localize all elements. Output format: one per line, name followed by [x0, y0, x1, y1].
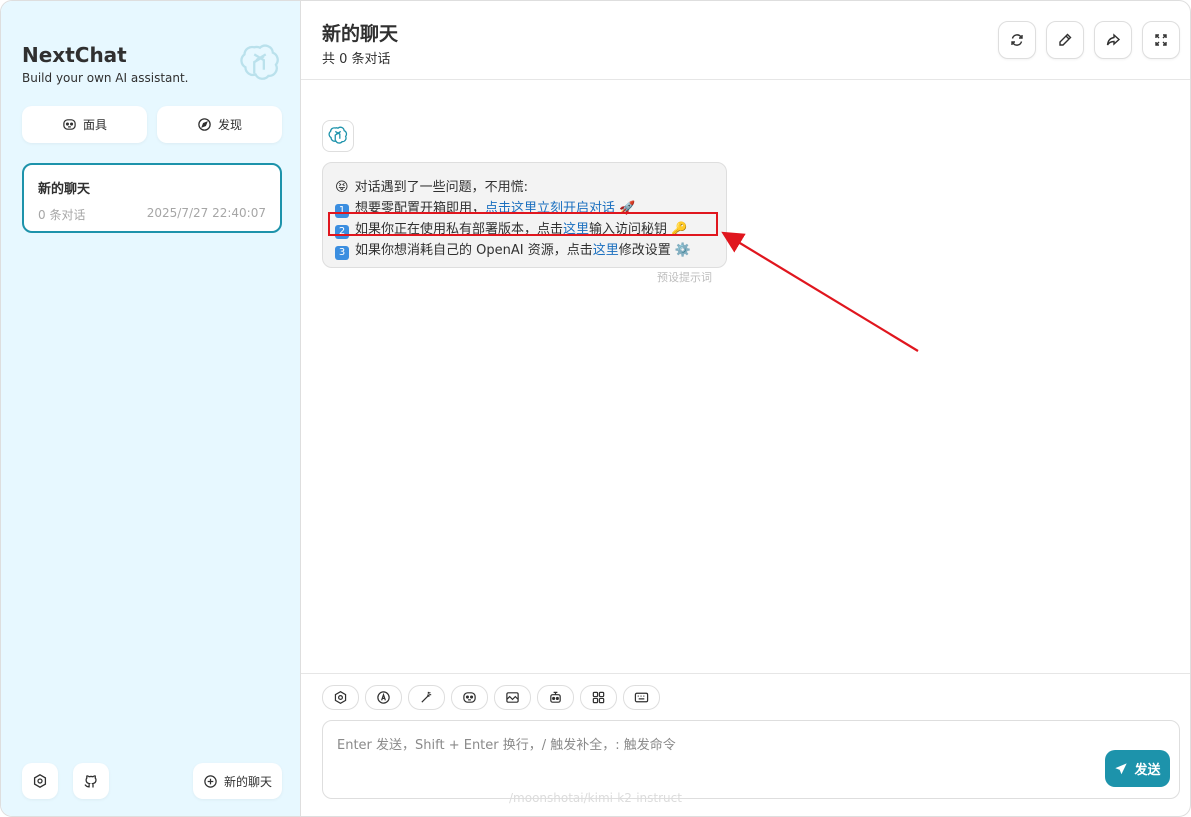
mask-icon [63, 119, 76, 130]
settings-icon [33, 774, 47, 788]
tool-mask-button[interactable] [451, 685, 488, 710]
mask-icon [463, 692, 476, 703]
new-chat-label: 新的聊天 [223, 774, 272, 789]
tool-model-button[interactable] [537, 685, 574, 710]
break-icon [506, 692, 519, 703]
tool-settings-button[interactable] [322, 685, 359, 710]
mask-button[interactable]: 面具 [22, 106, 147, 143]
send-button[interactable]: 发送 [1105, 750, 1170, 787]
compass-icon [198, 118, 211, 131]
app-title: NextChat [22, 43, 127, 67]
annotation-arrow [721, 231, 919, 352]
chat-list-item[interactable]: 新的聊天 0 条对话 2025/7/27 22:40:07 [22, 163, 282, 233]
add-icon [204, 774, 217, 788]
send-button-label: 发送 [1134, 763, 1161, 778]
robot-icon [550, 691, 561, 703]
mask-button-label: 面具 [82, 118, 107, 132]
auto-theme-icon [377, 691, 390, 704]
chatgpt-logo-icon [240, 44, 279, 80]
discover-button-label: 发现 [217, 118, 242, 132]
send-icon [1115, 762, 1128, 774]
tool-shortcut-button[interactable] [623, 685, 660, 710]
magic-wand-icon [421, 691, 432, 703]
github-icon [84, 775, 97, 788]
chat-input[interactable]: Enter 发送，Shift + Enter 换行，/ 触发补全，: 触发命令 [322, 720, 1180, 799]
sidebar: NextChat Build your own AI assistant. 面具… [1, 1, 301, 816]
tool-prompt-button[interactable] [408, 685, 445, 710]
new-chat-button[interactable]: 新的聊天 [193, 763, 282, 799]
app-subtitle: Build your own AI assistant. [22, 71, 189, 85]
app-window: NextChat Build your own AI assistant. 面具… [0, 0, 1191, 817]
discover-button[interactable]: 发现 [157, 106, 282, 143]
tool-clear-context-button[interactable] [494, 685, 531, 710]
grid-icon [592, 691, 605, 704]
chat-input-placeholder: Enter 发送，Shift + Enter 换行，/ 触发补全，: 触发命令 [337, 738, 676, 753]
settings-icon [334, 690, 347, 705]
model-watermark: /moonshotai/kimi-k2-instruct [509, 791, 682, 805]
tool-plugin-button[interactable] [580, 685, 617, 710]
settings-button[interactable] [22, 763, 58, 799]
chat-item-time: 2025/7/27 22:40:07 [146, 206, 266, 220]
chat-main: 新的聊天 共 0 条对话 😝 对话遇到了一些问题，不用慌: 1 想要零配置开箱即… [301, 1, 1190, 816]
chat-item-count: 0 条对话 [38, 208, 86, 222]
github-button[interactable] [73, 763, 109, 799]
keyboard-icon [634, 692, 649, 703]
chat-item-title: 新的聊天 [38, 182, 91, 197]
tool-theme-button[interactable] [365, 685, 402, 710]
